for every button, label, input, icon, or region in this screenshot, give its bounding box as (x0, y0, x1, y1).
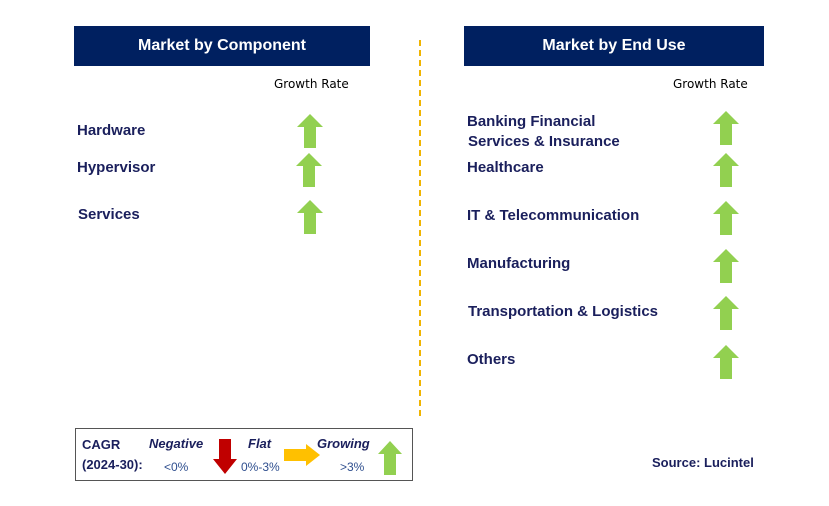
growth-diagram: Market by Component Growth Rate Hardware… (0, 0, 829, 506)
divider (419, 40, 421, 416)
component-item-hypervisor: Hypervisor (77, 159, 156, 176)
growing-arrow-icon (297, 200, 323, 234)
legend-cagr: CAGR (82, 437, 121, 452)
end-use-item-transportation: Transportation & Logistics (468, 303, 659, 320)
negative-arrow-icon (213, 439, 237, 474)
legend-flat: Flat (248, 436, 272, 451)
end-use-growth-rate-label: Growth Rate (673, 77, 748, 91)
legend-growing: Growing (317, 436, 370, 451)
legend-growing-range: >3% (340, 460, 365, 474)
growing-arrow-icon (713, 153, 739, 187)
end-use-item-others: Others (467, 351, 516, 368)
end-use-item-healthcare: Healthcare (467, 159, 544, 176)
legend-negative-range: <0% (164, 460, 189, 474)
legend-flat-range: 0%-3% (241, 460, 280, 474)
legend: CAGR (2024-30): Negative <0% Flat 0%-3% … (75, 428, 413, 481)
end-use-header: Market by End Use (464, 26, 764, 66)
legend-negative: Negative (149, 436, 204, 451)
component-header: Market by Component (74, 26, 370, 66)
growing-arrow-icon (378, 441, 402, 475)
growing-arrow-icon (296, 153, 322, 187)
flat-arrow-icon (284, 444, 320, 466)
component-item-services: Services (78, 206, 140, 223)
end-use-item-bfsi-line2: Services & Insurance (468, 133, 620, 150)
end-use-item-bfsi-line1: Banking Financial (467, 113, 596, 130)
source-label: Source: Lucintel (652, 455, 754, 470)
component-growth-rate-label: Growth Rate (274, 77, 349, 91)
growing-arrow-icon (297, 114, 323, 148)
growing-arrow-icon (713, 249, 739, 283)
growing-arrow-icon (713, 201, 739, 235)
component-item-hardware: Hardware (77, 122, 146, 139)
growing-arrow-icon (713, 345, 739, 379)
end-use-item-manufacturing: Manufacturing (467, 255, 571, 272)
legend-period: (2024-30): (82, 457, 143, 472)
growing-arrow-icon (713, 111, 739, 145)
end-use-item-bfsi: Banking Financial Services & Insurance (467, 112, 620, 152)
end-use-item-it-telecom: IT & Telecommunication (467, 207, 640, 224)
growing-arrow-icon (713, 296, 739, 330)
